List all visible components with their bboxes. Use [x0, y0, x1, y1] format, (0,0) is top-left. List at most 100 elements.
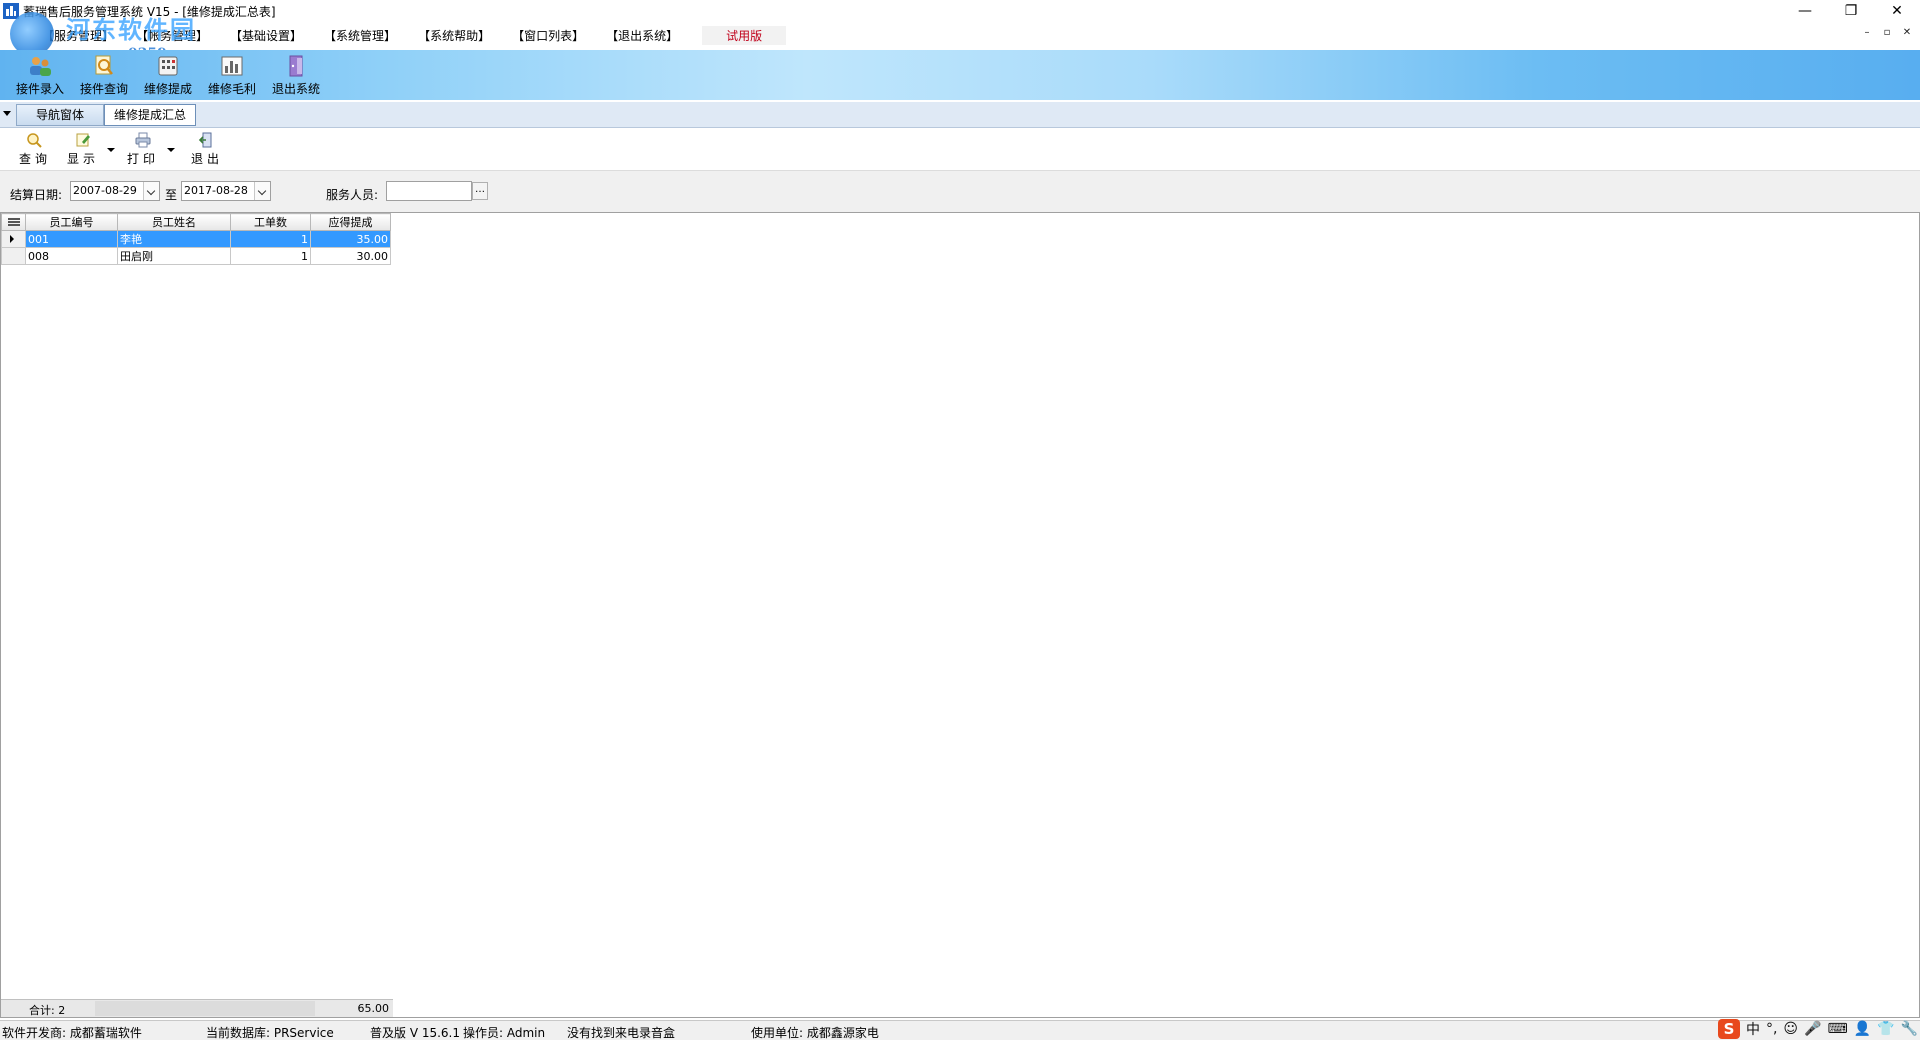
settlement-date-label: 结算日期: — [10, 188, 63, 202]
display-label: 显示 — [66, 152, 99, 166]
date-to-value: 2017-08-28 — [184, 184, 248, 197]
app-logo-icon — [3, 3, 19, 19]
close-button[interactable]: ✕ — [1874, 0, 1920, 22]
status-developer: 软件开发商: 成都蓄瑞软件 — [2, 1026, 142, 1040]
display-button[interactable]: 显示 — [66, 132, 100, 168]
exit-button[interactable]: 退出 — [190, 132, 224, 168]
tab-list-dropdown-icon[interactable] — [3, 111, 11, 116]
data-grid-area: 员工编号 员工姓名 工单数 应得提成 001 李艳 1 35.00 008 田启… — [0, 212, 1920, 1018]
magnifier-icon — [26, 132, 44, 148]
column-header-employee-name[interactable]: 员工姓名 — [117, 213, 231, 231]
menu-system-management[interactable]: 【系统管理】 — [324, 27, 396, 44]
bar-chart-icon — [219, 54, 245, 78]
wrench-settings-icon[interactable]: 🔧 — [1901, 1021, 1918, 1037]
ime-mode-chinese[interactable]: 中 — [1746, 1019, 1760, 1039]
mdi-restore-button[interactable]: ▫ — [1880, 25, 1894, 39]
grid-summary-footer: 合计: 2 65.00 — [1, 999, 393, 1017]
cell-commission[interactable]: 35.00 — [310, 230, 391, 248]
menu-service[interactable]: 【服务管理】 — [42, 27, 114, 44]
staff-input[interactable] — [386, 181, 472, 201]
current-row-arrow-icon — [10, 235, 14, 243]
tab-navigation-form[interactable]: 导航窗体 — [16, 104, 104, 126]
calculator-icon — [155, 54, 181, 78]
column-header-commission[interactable]: 应得提成 — [310, 213, 391, 231]
ribbon-label: 维修提成 — [143, 82, 192, 96]
grid-column-menu[interactable] — [1, 213, 26, 231]
status-operator: 操作员: Admin — [463, 1026, 546, 1040]
row-indicator — [1, 247, 26, 265]
summary-total: 65.00 — [357, 1002, 390, 1015]
restore-button[interactable]: ❐ — [1828, 0, 1874, 22]
ribbon-label: 接件录入 — [15, 82, 64, 96]
summary-spacer — [95, 1001, 315, 1016]
table-row[interactable]: 001 李艳 1 35.00 — [1, 230, 391, 248]
exit-door-icon — [283, 54, 309, 78]
cell-order-count[interactable]: 1 — [230, 247, 311, 265]
mdi-minimize-button[interactable]: – — [1860, 25, 1874, 39]
cell-employee-name[interactable]: 田启刚 — [117, 247, 231, 265]
date-from-picker[interactable]: 2007-08-29 — [70, 181, 160, 201]
sogou-ime-icon[interactable]: S — [1717, 1019, 1740, 1039]
ribbon-exit-system-button[interactable]: 退出系统 — [266, 54, 326, 98]
tab-repair-commission-summary[interactable]: 维修提成汇总表 — [104, 104, 196, 142]
menu-basic-settings[interactable]: 【基础设置】 — [230, 27, 302, 44]
commission-grid: 员工编号 员工姓名 工单数 应得提成 001 李艳 1 35.00 008 田启… — [1, 213, 391, 265]
ime-tray: S 中 °, ☺ 🎤 ⌨ 👤 👕 🔧 — [1717, 1018, 1918, 1040]
cell-order-count[interactable]: 1 — [230, 230, 311, 248]
display-dropdown-icon[interactable] — [107, 148, 115, 152]
cell-commission[interactable]: 30.00 — [310, 247, 391, 265]
exit-label: 退出 — [190, 152, 223, 166]
status-version: 普及版 V 15.6.1 — [370, 1026, 461, 1040]
document-tab-strip: 导航窗体 维修提成汇总表 — [0, 102, 1920, 142]
status-device: 没有找到来电录音盒 — [567, 1026, 676, 1040]
user-icon[interactable]: 👤 — [1854, 1021, 1871, 1037]
emoji-icon[interactable]: ☺ — [1783, 1021, 1798, 1037]
column-header-employee-id[interactable]: 员工编号 — [25, 213, 118, 231]
summary-count: 合计: 2 — [29, 1004, 66, 1017]
mdi-controls: – ▫ ✕ — [1860, 25, 1914, 39]
filter-bar: 结算日期: 2007-08-29 至 2017-08-28 服务人员: … — [0, 170, 1920, 212]
ribbon-receive-entry-button[interactable]: 接件录入 — [10, 54, 70, 98]
display-settings-icon — [74, 132, 92, 148]
ribbon-label: 维修毛利 — [207, 82, 256, 96]
users-icon — [27, 54, 53, 78]
exit-icon — [198, 132, 216, 148]
date-from-dropdown-icon[interactable] — [143, 182, 159, 200]
menu-bar: 【服务管理】 【帐务管理】 【基础设置】 【系统管理】 【系统帮助】 【窗口列表… — [0, 22, 1920, 48]
status-bar: 软件开发商: 成都蓄瑞软件 当前数据库: PRService 普及版 V 15.… — [0, 1020, 1920, 1040]
menu-exit-system[interactable]: 【退出系统】 — [606, 27, 678, 44]
mdi-close-button[interactable]: ✕ — [1900, 25, 1914, 39]
keyboard-icon[interactable]: ⌨ — [1827, 1021, 1847, 1037]
menu-window-list[interactable]: 【窗口列表】 — [512, 27, 584, 44]
cell-employee-id[interactable]: 008 — [25, 247, 118, 265]
ribbon-repair-commission-button[interactable]: 维修提成 — [138, 54, 198, 98]
print-button[interactable]: 打印 — [126, 132, 160, 168]
row-indicator — [1, 230, 26, 248]
trial-badge: 试用版 — [702, 25, 787, 45]
print-label: 打印 — [126, 152, 159, 166]
table-row[interactable]: 008 田启刚 1 30.00 — [1, 247, 391, 265]
staff-label: 服务人员: — [326, 188, 379, 202]
date-to-dropdown-icon[interactable] — [254, 182, 270, 200]
print-dropdown-icon[interactable] — [167, 148, 175, 152]
skin-shirt-icon[interactable]: 👕 — [1877, 1021, 1894, 1037]
microphone-icon[interactable]: 🎤 — [1804, 1021, 1821, 1037]
query-button[interactable]: 查询 — [18, 132, 52, 168]
menu-system-help[interactable]: 【系统帮助】 — [418, 27, 490, 44]
date-from-value: 2007-08-29 — [73, 184, 137, 197]
date-to-picker[interactable]: 2017-08-28 — [181, 181, 271, 201]
query-label: 查询 — [18, 152, 51, 166]
grid-header-row: 员工编号 员工姓名 工单数 应得提成 — [1, 213, 391, 231]
ribbon-receive-query-button[interactable]: 接件查询 — [74, 54, 134, 98]
ime-punctuation[interactable]: °, — [1766, 1021, 1777, 1037]
cell-employee-name[interactable]: 李艳 — [117, 230, 231, 248]
staff-picker-button[interactable]: … — [472, 182, 488, 200]
cell-employee-id[interactable]: 001 — [25, 230, 118, 248]
column-header-order-count[interactable]: 工单数 — [230, 213, 311, 231]
minimize-button[interactable]: — — [1782, 0, 1828, 22]
status-database: 当前数据库: PRService — [206, 1026, 334, 1040]
ribbon-repair-profit-button[interactable]: 维修毛利 — [202, 54, 262, 98]
ribbon-toolbar: 接件录入 接件查询 维修提成 维修毛利 退出系统 — [0, 50, 1920, 100]
menu-accounts[interactable]: 【帐务管理】 — [136, 27, 208, 44]
to-label: 至 — [165, 188, 178, 202]
